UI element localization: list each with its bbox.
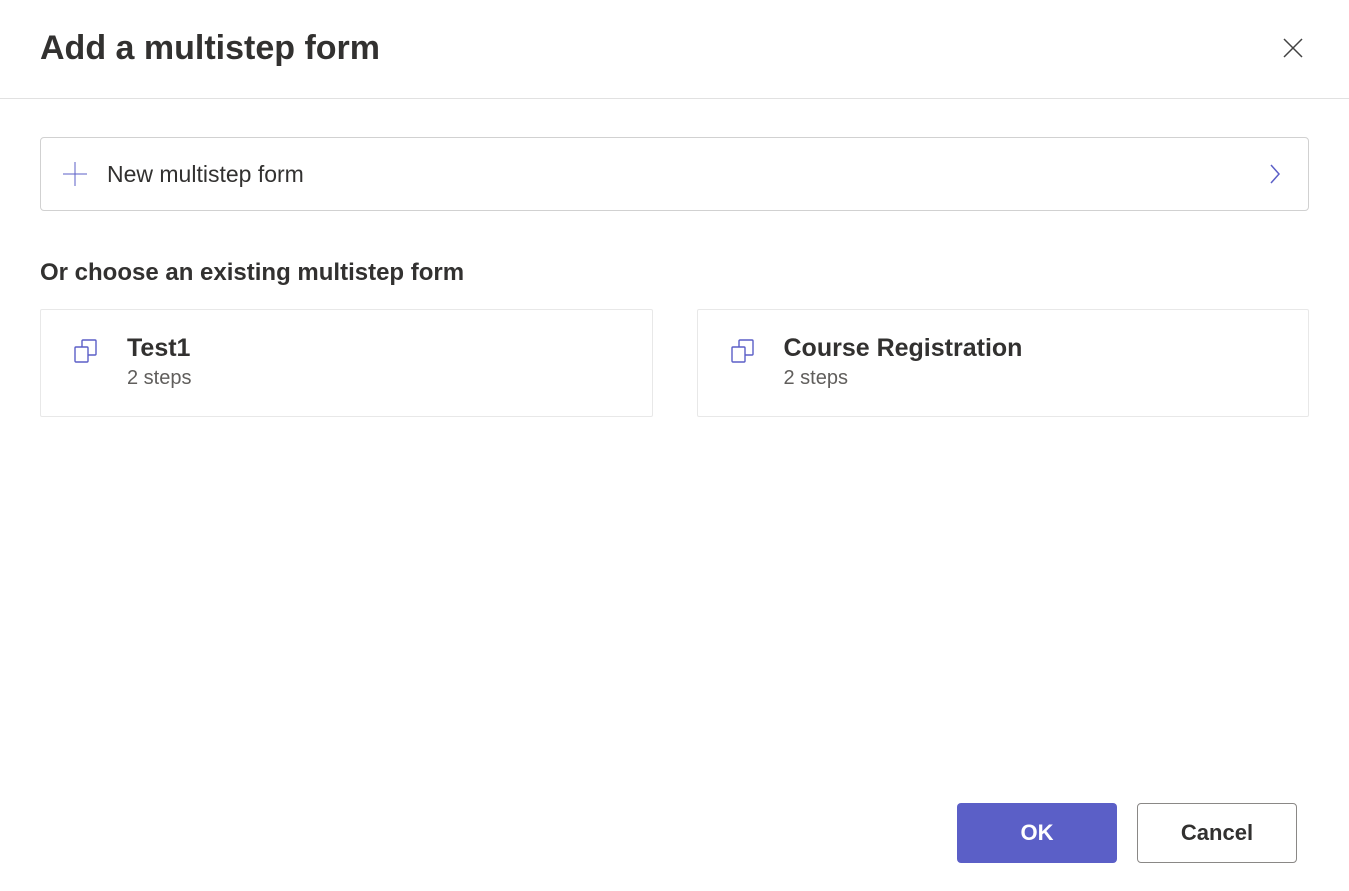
new-form-button-content: New multistep form bbox=[61, 160, 304, 188]
form-card-body: Course Registration 2 steps bbox=[784, 334, 1023, 390]
form-card[interactable]: Test1 2 steps bbox=[40, 309, 653, 417]
dialog-body: New multistep form Or choose an existing… bbox=[0, 99, 1349, 437]
multistep-form-icon bbox=[728, 336, 758, 366]
form-card-title: Course Registration bbox=[784, 334, 1023, 363]
ok-button[interactable]: OK bbox=[957, 803, 1117, 863]
cancel-button[interactable]: Cancel bbox=[1137, 803, 1297, 863]
close-button[interactable] bbox=[1273, 28, 1313, 68]
new-form-label: New multistep form bbox=[107, 161, 304, 188]
dialog-header: Add a multistep form bbox=[0, 0, 1349, 99]
dialog-title: Add a multistep form bbox=[40, 29, 380, 68]
form-card-title: Test1 bbox=[127, 334, 191, 363]
existing-forms-grid: Test1 2 steps Course Registration 2 step… bbox=[40, 309, 1309, 417]
form-card-body: Test1 2 steps bbox=[127, 334, 191, 390]
chevron-right-icon bbox=[1268, 163, 1282, 185]
plus-icon bbox=[61, 160, 89, 188]
form-card-steps: 2 steps bbox=[127, 367, 191, 390]
dialog-footer: OK Cancel bbox=[957, 803, 1297, 863]
multistep-form-icon bbox=[71, 336, 101, 366]
new-multistep-form-button[interactable]: New multistep form bbox=[40, 137, 1309, 211]
form-card[interactable]: Course Registration 2 steps bbox=[697, 309, 1310, 417]
existing-forms-label: Or choose an existing multistep form bbox=[40, 259, 1309, 287]
form-card-steps: 2 steps bbox=[784, 367, 1023, 390]
close-icon bbox=[1281, 36, 1305, 60]
